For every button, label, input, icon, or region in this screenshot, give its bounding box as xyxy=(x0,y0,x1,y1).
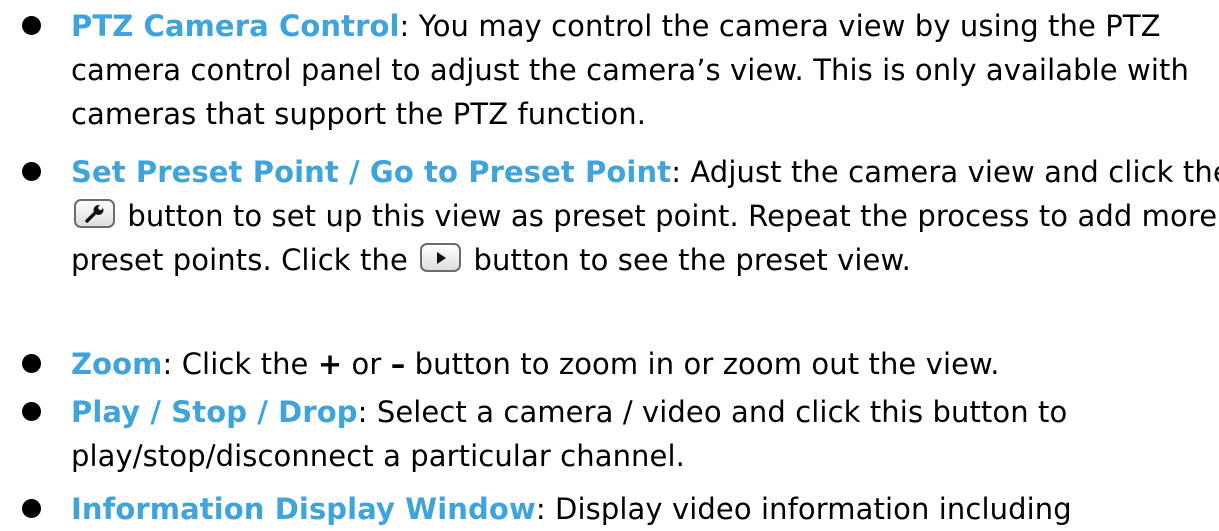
bullet-icon xyxy=(22,354,41,373)
term-preset-point: Set Preset Point / Go to Preset Point xyxy=(71,155,672,189)
document-page: PTZ Camera Control: You may control the … xyxy=(0,0,1219,526)
list-item-zoom: Zoom: Click the + or – button to zoom in… xyxy=(22,342,1219,386)
plus-symbol: + xyxy=(317,347,343,381)
play-icon xyxy=(420,243,462,273)
term-information-display-window: Information Display Window xyxy=(71,492,536,526)
bullet-icon xyxy=(22,499,41,518)
bullet-icon xyxy=(22,162,41,181)
term-ptz-camera-control: PTZ Camera Control xyxy=(71,9,400,43)
minus-symbol: – xyxy=(390,347,406,381)
description-zoom-b: or xyxy=(342,347,391,381)
list-item-ptz-camera-control: PTZ Camera Control: You may control the … xyxy=(22,4,1219,137)
list-item-information-display-window: Information Display Window: Display vide… xyxy=(22,487,1219,531)
bullet-icon xyxy=(22,402,41,421)
term-zoom: Zoom xyxy=(71,347,163,381)
list-item-preset-point: Set Preset Point / Go to Preset Point: A… xyxy=(22,150,1219,283)
description-zoom-a: : Click the xyxy=(162,347,318,381)
wrench-icon xyxy=(74,199,115,229)
term-play-stop-drop: Play / Stop / Drop xyxy=(71,395,358,429)
description-preset-point-a: : Adjust the camera view and click the xyxy=(671,155,1219,189)
description-zoom-c: button to zoom in or zoom out the view. xyxy=(405,347,1000,381)
description-preset-point-c: button to see the preset view. xyxy=(464,243,911,278)
bullet-icon xyxy=(22,16,41,35)
description-information-display-window: : Display video information including xyxy=(535,492,1072,526)
list-item-play-stop-drop: Play / Stop / Drop: Select a camera / vi… xyxy=(22,390,1219,478)
